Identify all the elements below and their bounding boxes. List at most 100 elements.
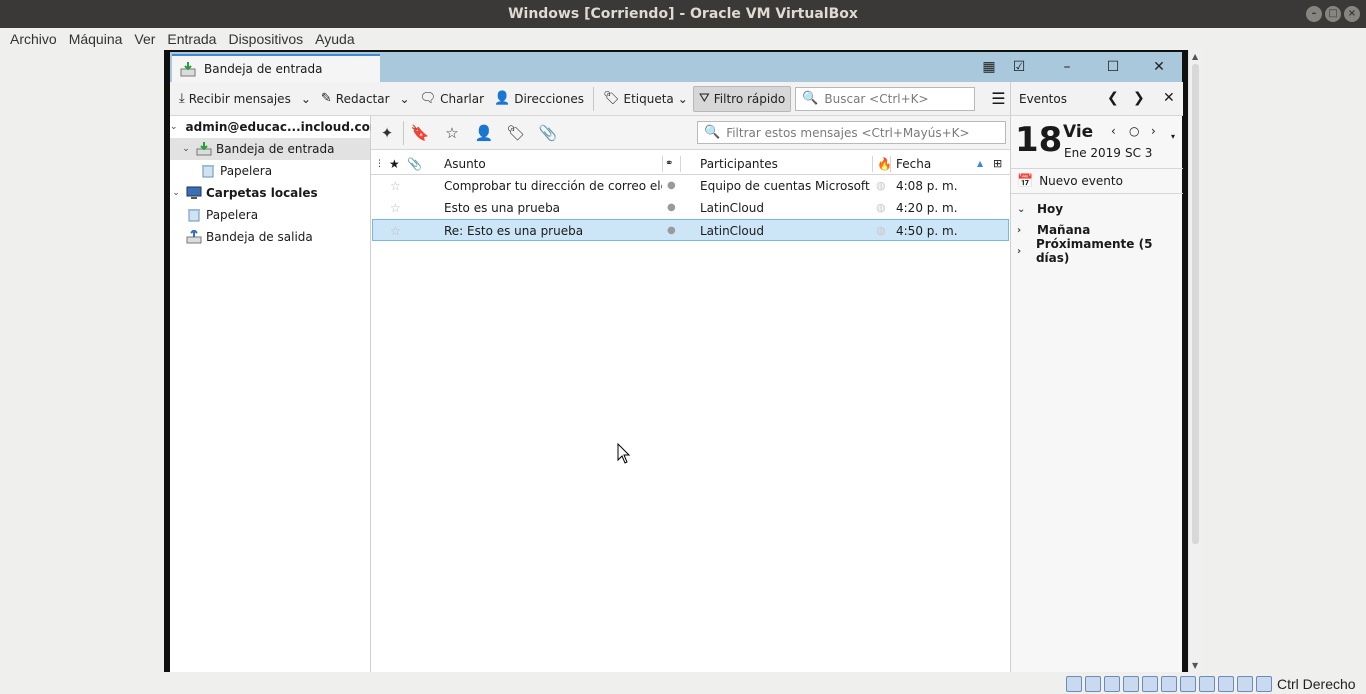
app-minimize-button[interactable]: – <box>1052 52 1082 82</box>
starred-filter-icon[interactable]: ☆ <box>436 124 468 142</box>
star-column-icon[interactable]: ★ <box>389 153 400 175</box>
week-number: SC 3 <box>1125 146 1153 160</box>
write-dropdown[interactable]: ⌄ <box>395 86 415 112</box>
app-maximize-button[interactable]: ☐ <box>1098 52 1128 82</box>
inbox-icon <box>196 142 212 156</box>
message-row[interactable]: ☆ Esto es una prueba ● LatinCloud ◍ 4:20… <box>372 197 1009 219</box>
close-icon[interactable]: ✕ <box>1163 90 1175 106</box>
folder-inbox[interactable]: ⌄ Bandeja de entrada <box>170 138 370 160</box>
shared-folders-icon[interactable] <box>1161 676 1177 692</box>
junk-status-icon[interactable]: ◍ <box>876 197 886 219</box>
chevron-right-icon: › <box>1017 224 1022 236</box>
chat-button[interactable]: 🗨 Charlar <box>415 86 489 112</box>
write-button[interactable]: ✎ Redactar <box>316 86 395 112</box>
chevron-left-icon[interactable]: ‹ <box>1111 124 1116 138</box>
maximize-window-button[interactable]: □ <box>1325 6 1341 22</box>
read-status-icon[interactable]: ● <box>667 220 676 242</box>
column-participants[interactable]: Participantes <box>700 153 778 175</box>
hard-disk-icon[interactable] <box>1066 676 1082 692</box>
keyboard-capture-icon[interactable] <box>1256 676 1272 692</box>
menu-dispositivos[interactable]: Dispositivos <box>222 31 309 47</box>
attachment-column-icon[interactable]: 📎 <box>407 153 422 175</box>
day-number: 18 <box>1015 120 1063 160</box>
scrollbar-thumb[interactable] <box>1192 64 1199 544</box>
star-icon[interactable]: ☆ <box>390 197 401 219</box>
chevron-right-icon[interactable]: ❯ <box>1133 90 1145 106</box>
read-column-icon[interactable]: ⚭ <box>665 153 673 175</box>
unread-filter-icon[interactable]: 🔖 <box>404 124 436 142</box>
filter-messages-input[interactable]: 🔍 Filtrar estos mensajes <Ctrl+Mayús+K> <box>697 121 1006 144</box>
chat-label: Charlar <box>440 91 485 106</box>
folder-local[interactable]: ⌄ Carpetas locales <box>170 182 370 204</box>
tag-icon: 🏷 <box>602 91 620 106</box>
scroll-down-icon[interactable]: ▼ <box>1192 661 1198 670</box>
close-window-button[interactable]: × <box>1344 6 1360 22</box>
chevron-right-icon[interactable]: › <box>1151 124 1156 138</box>
new-event-button[interactable]: 📅 Nuevo evento <box>1011 168 1183 194</box>
chevron-down-icon[interactable]: ▾ <box>1171 132 1175 141</box>
menu-entrada[interactable]: Entrada <box>161 31 222 47</box>
quick-filter-button[interactable]: ⛛ Filtro rápido <box>692 85 792 112</box>
attachment-filter-icon[interactable]: 📎 <box>532 124 564 142</box>
get-messages-dropdown[interactable]: ⌄ <box>296 86 316 112</box>
vm-vertical-scrollbar[interactable]: ▲ ▼ <box>1188 50 1202 672</box>
tag-button[interactable]: 🏷 Etiqueta ⌄ <box>598 86 693 112</box>
minimize-window-button[interactable]: – <box>1306 6 1322 22</box>
read-status-icon[interactable]: ● <box>667 197 676 219</box>
tags-filter-icon[interactable]: 🏷 <box>500 124 532 142</box>
get-messages-label: Recibir mensajes <box>188 91 291 106</box>
contact-filter-icon[interactable]: 👤 <box>468 124 500 142</box>
menu-ver[interactable]: Ver <box>128 31 161 47</box>
message-row-selected[interactable]: ☆ Re: Esto es una prueba ● LatinCloud ◍ … <box>372 219 1009 241</box>
network-icon[interactable] <box>1123 676 1139 692</box>
usb-icon[interactable] <box>1142 676 1158 692</box>
chevron-down-icon: ⌄ <box>677 91 688 106</box>
video-capture-icon[interactable] <box>1199 676 1215 692</box>
event-group-today[interactable]: ⌄ Hoy <box>1017 199 1063 219</box>
read-status-icon[interactable]: ● <box>667 175 676 197</box>
menu-ayuda[interactable]: Ayuda <box>309 31 360 47</box>
optical-drive-icon[interactable] <box>1085 676 1101 692</box>
star-icon[interactable]: ☆ <box>390 175 401 197</box>
folder-trash[interactable]: Papelera <box>170 160 370 182</box>
computer-icon <box>186 186 202 199</box>
junk-status-icon[interactable]: ◍ <box>876 175 886 197</box>
mouse-integration-icon[interactable] <box>1237 676 1253 692</box>
junk-status-icon[interactable]: ◍ <box>876 220 886 242</box>
hamburger-menu-icon[interactable]: ☰ <box>991 89 1005 108</box>
folder-account[interactable]: ⌄ admin@educac...incloud.com <box>170 116 382 138</box>
scroll-up-icon[interactable]: ▲ <box>1192 52 1198 61</box>
calendar-tab-icon[interactable]: ▦ <box>974 52 1004 82</box>
folder-outbox[interactable]: Bandeja de salida <box>170 226 370 248</box>
app-close-button[interactable]: ✕ <box>1144 52 1174 82</box>
audio-icon[interactable] <box>1104 676 1120 692</box>
address-book-button[interactable]: 👤 Direcciones <box>489 86 589 112</box>
tab-inbox[interactable]: Bandeja de entrada <box>172 54 380 82</box>
display-icon[interactable] <box>1180 676 1196 692</box>
message-date: 4:20 p. m. <box>896 201 958 215</box>
event-group-upcoming[interactable]: › Próximamente (5 días) <box>1017 237 1182 265</box>
star-icon[interactable]: ☆ <box>390 220 401 242</box>
today-circle-icon[interactable]: ○ <box>1129 124 1139 138</box>
thread-column-icon[interactable]: ⋮ <box>375 153 384 175</box>
tasks-tab-icon[interactable]: ☑ <box>1004 52 1034 82</box>
calendar-add-icon: 📅 <box>1017 173 1034 189</box>
message-participants: Equipo de cuentas Microsoft <box>700 179 870 193</box>
quick-filter-bar: ✦ 🔖 ☆ 👤 🏷 📎 🔍 Filtrar estos mensajes <Ct… <box>371 116 1010 150</box>
menu-maquina[interactable]: Máquina <box>63 31 129 47</box>
chevron-left-icon[interactable]: ❮ <box>1107 90 1119 106</box>
column-picker-icon[interactable]: ⊞ <box>993 153 1002 175</box>
menu-archivo[interactable]: Archivo <box>4 31 63 47</box>
folder-pane: ⌄ admin@educac...incloud.com ⌄ Bandeja d… <box>170 116 382 672</box>
search-input[interactable]: 🔍 Buscar <Ctrl+K> <box>795 86 976 111</box>
sticky-pin-icon[interactable]: ✦ <box>371 124 403 142</box>
get-messages-button[interactable]: ⤓ Recibir mensajes <box>174 86 296 112</box>
column-date[interactable]: Fecha <box>896 153 931 175</box>
local-folders-label: Carpetas locales <box>206 186 318 200</box>
message-row[interactable]: ☆ Comprobar tu dirección de correo elect… <box>372 175 1009 197</box>
column-subject[interactable]: Asunto <box>444 153 486 175</box>
cpu-icon[interactable] <box>1218 676 1234 692</box>
message-list-header: ⋮ ★ 📎 Asunto ⚭ Participantes 🔥 Fecha ▲ ⊞ <box>371 153 1010 175</box>
column-separator <box>890 156 891 172</box>
folder-local-trash[interactable]: Papelera <box>170 204 370 226</box>
